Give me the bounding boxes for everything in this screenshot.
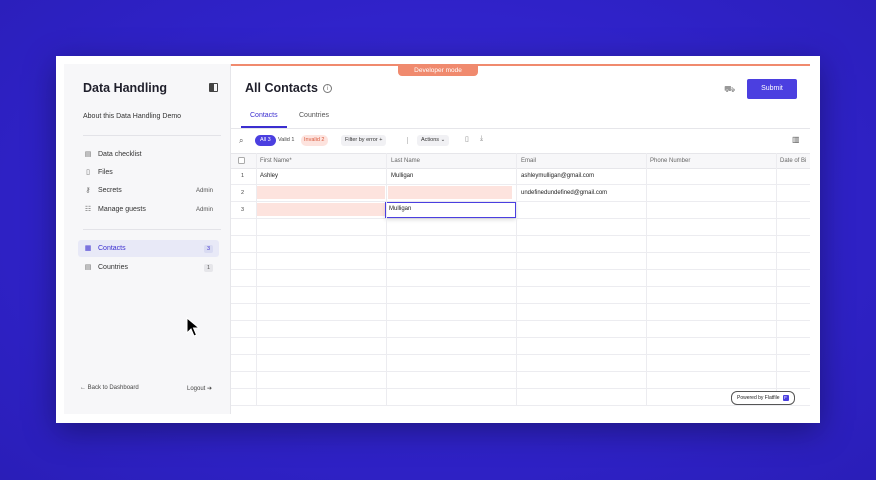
app-content: Developer mode Data Handling About this … bbox=[64, 64, 810, 414]
filter-all-pill[interactable]: All 3 bbox=[255, 135, 276, 146]
column-header-date-of-birth[interactable]: Date of Bi bbox=[780, 154, 806, 168]
table-header: First Name* Last Name Email Phone Number… bbox=[231, 153, 810, 169]
empty-row bbox=[231, 372, 810, 389]
columns-icon[interactable]: ▥ bbox=[792, 135, 800, 144]
cell-first-name-error[interactable] bbox=[257, 186, 385, 199]
empty-row bbox=[231, 219, 810, 236]
file-icon: ▯ bbox=[86, 168, 90, 176]
clipboard-icon: ▤ bbox=[84, 150, 92, 158]
brand-title: Data Handling bbox=[83, 81, 168, 95]
search-icon[interactable]: ⌕ bbox=[239, 136, 243, 146]
admin-tag: Admin bbox=[195, 187, 213, 194]
sidebar-collapse-icon[interactable] bbox=[209, 83, 218, 92]
empty-row bbox=[231, 321, 810, 338]
empty-row bbox=[231, 253, 810, 270]
download-icon[interactable]: ⤓ bbox=[480, 135, 483, 143]
sidebar-divider bbox=[83, 135, 221, 136]
table-toolbar: ⌕ All 3 Valid 1 Invalid 2 Filter by erro… bbox=[231, 130, 810, 152]
cell-first-name-error[interactable] bbox=[257, 203, 385, 216]
empty-row bbox=[231, 338, 810, 355]
powered-by-text: Powered by Flatfile bbox=[737, 395, 780, 401]
filter-by-error-label: Filter by error bbox=[345, 137, 378, 143]
cell-first-name[interactable]: Ashley bbox=[257, 168, 385, 184]
filter-invalid-pill[interactable]: Invalid 2 bbox=[301, 135, 328, 146]
actions-dropdown[interactable]: Actions ⌄ bbox=[417, 135, 450, 146]
column-divider bbox=[646, 153, 647, 406]
table-row[interactable]: 3 Mulligan bbox=[231, 202, 810, 219]
sidebar-item-label: Files bbox=[98, 169, 113, 176]
sidebar-divider bbox=[83, 229, 221, 230]
column-header-last-name[interactable]: Last Name bbox=[391, 154, 420, 168]
empty-row bbox=[231, 304, 810, 321]
empty-row bbox=[231, 236, 810, 253]
sidebar-item-countries[interactable]: ▤ Countries 1 bbox=[78, 259, 219, 276]
table-icon: ▤ bbox=[84, 263, 92, 271]
sidebar-item-secrets[interactable]: ⚷ Secrets Admin bbox=[78, 182, 219, 199]
empty-row bbox=[231, 389, 810, 406]
column-divider bbox=[516, 153, 517, 406]
info-icon[interactable]: i bbox=[323, 84, 332, 93]
column-divider bbox=[386, 153, 387, 406]
admin-tag: Admin bbox=[195, 206, 213, 213]
tab-contacts[interactable]: Contacts bbox=[250, 112, 278, 119]
sidebar-item-label: Manage guests bbox=[98, 206, 146, 213]
cell-last-name-editing[interactable]: Mulligan bbox=[385, 202, 516, 218]
plus-icon: + bbox=[379, 137, 383, 143]
sidebar-item-label: Contacts bbox=[98, 245, 126, 252]
row-number: 3 bbox=[241, 207, 245, 213]
toolbar-separator bbox=[407, 137, 408, 144]
cell-email[interactable] bbox=[518, 202, 646, 218]
column-divider bbox=[256, 153, 257, 406]
sidebar-item-contacts[interactable]: ▦ Contacts 3 bbox=[78, 240, 219, 257]
sidebar: Data Handling About this Data Handling D… bbox=[64, 64, 231, 414]
tab-divider bbox=[231, 128, 810, 129]
sidebar-item-manage-guests[interactable]: ☷ Manage guests Admin bbox=[78, 201, 219, 218]
sidebar-item-label: Countries bbox=[98, 264, 128, 271]
app-window: Developer mode Data Handling About this … bbox=[56, 56, 820, 423]
back-to-dashboard-link[interactable]: ← Back to Dashboard bbox=[80, 385, 139, 391]
tab-countries[interactable]: Countries bbox=[299, 112, 329, 119]
row-number: 2 bbox=[241, 190, 245, 196]
sidebar-item-data-checklist[interactable]: ▤ Data checklist bbox=[78, 146, 219, 163]
column-header-phone-number[interactable]: Phone Number bbox=[650, 154, 690, 168]
page-title: All Contacts bbox=[245, 81, 318, 95]
empty-row bbox=[231, 270, 810, 287]
select-all-checkbox[interactable] bbox=[238, 157, 245, 164]
powered-by-badge[interactable]: Powered by Flatfile F bbox=[731, 391, 795, 405]
submit-button[interactable]: Submit bbox=[747, 79, 797, 99]
key-icon: ⚷ bbox=[85, 186, 91, 194]
flatfile-logo-icon: F bbox=[782, 394, 789, 401]
users-icon: ☷ bbox=[84, 205, 92, 213]
truck-icon[interactable]: ⛟ bbox=[724, 84, 735, 96]
chart-icon: ▦ bbox=[84, 244, 92, 252]
empty-row bbox=[231, 355, 810, 372]
cell-last-name[interactable]: Mulligan bbox=[388, 168, 516, 184]
filter-by-error-dropdown[interactable]: Filter by error + bbox=[341, 135, 387, 146]
empty-row bbox=[231, 287, 810, 304]
main-panel: All Contacts i ⛟ Submit Contacts Countri… bbox=[231, 64, 810, 414]
mouse-cursor-icon bbox=[186, 317, 200, 337]
about-link[interactable]: About this Data Handling Demo bbox=[83, 113, 181, 120]
count-badge: 3 bbox=[203, 244, 213, 253]
sidebar-item-files[interactable]: ▯ Files bbox=[78, 164, 219, 181]
table-row[interactable]: 2 undefinedundefined@gmail.com bbox=[231, 185, 810, 202]
cell-last-name-error[interactable] bbox=[388, 186, 512, 199]
column-header-email[interactable]: Email bbox=[521, 154, 536, 168]
table-row[interactable]: 1 Ashley Mulligan ashleymulligan@gmail.c… bbox=[231, 168, 810, 185]
row-number: 1 bbox=[241, 173, 245, 179]
actions-label: Actions bbox=[421, 137, 440, 143]
logout-link[interactable]: Logout ➔ bbox=[187, 385, 212, 392]
count-badge: 1 bbox=[203, 263, 213, 272]
cell-email[interactable]: ashleymulligan@gmail.com bbox=[518, 168, 646, 184]
column-header-first-name[interactable]: First Name* bbox=[260, 154, 292, 168]
chevron-down-icon: ⌄ bbox=[440, 137, 446, 143]
cell-email[interactable]: undefinedundefined@gmail.com bbox=[518, 185, 646, 201]
filter-valid-pill[interactable]: Valid 1 bbox=[278, 135, 294, 146]
column-divider bbox=[776, 153, 777, 406]
trash-icon[interactable]: ▯ bbox=[465, 135, 469, 143]
sidebar-item-label: Data checklist bbox=[98, 151, 142, 158]
sidebar-item-label: Secrets bbox=[98, 187, 122, 194]
